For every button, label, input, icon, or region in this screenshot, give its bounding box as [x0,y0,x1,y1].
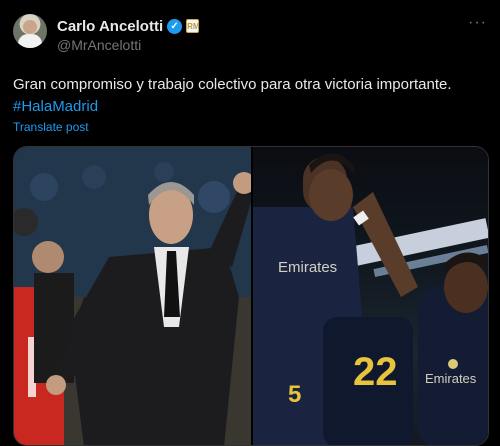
translate-post-link[interactable]: Translate post [13,120,89,134]
jersey-number-22: 22 [353,350,398,394]
players-celebrating-photo[interactable]: Emirates 22 5 Emirates [253,147,488,445]
post-text: Gran compromiso y trabajo colectivo para… [13,76,452,93]
jersey-number-5: 5 [288,381,301,408]
svg-text:Emirates: Emirates [278,259,337,276]
more-options-icon[interactable]: ··· [468,14,487,32]
post-media: Emirates 22 5 Emirates [13,146,489,446]
hashtag-link[interactable]: #HalaMadrid [13,96,98,118]
coach-gesturing-photo[interactable] [14,147,251,445]
verified-check-icon: ✓ [167,18,183,34]
real-madrid-badge-icon[interactable]: RM [186,19,200,33]
post-header: Carlo Ancelotti ✓ RM @MrAncelotti ··· [13,14,487,54]
avatar[interactable] [13,14,47,48]
svg-text:Emirates: Emirates [425,371,477,386]
author-handle[interactable]: @MrAncelotti [57,37,141,53]
author-name-row: Carlo Ancelotti ✓ RM [57,17,200,35]
author-name[interactable]: Carlo Ancelotti [57,18,163,35]
